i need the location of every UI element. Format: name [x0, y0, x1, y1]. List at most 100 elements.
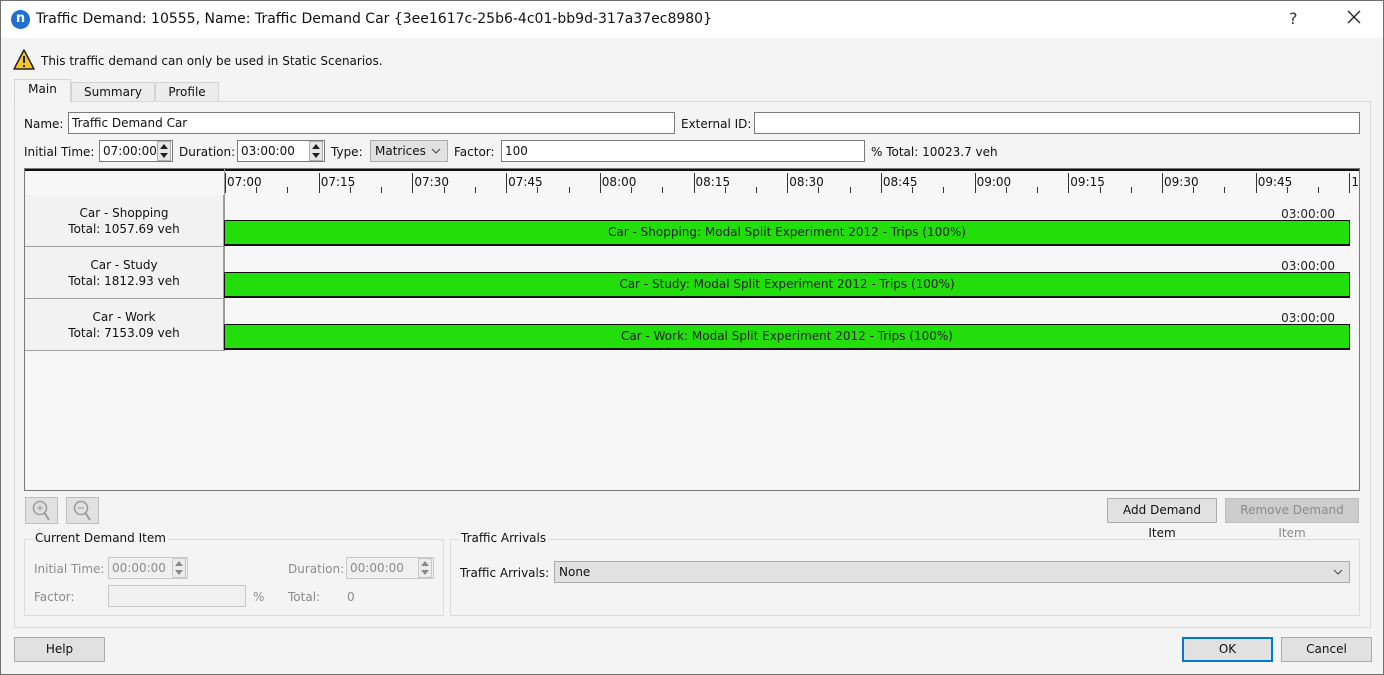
item-initial-time-value: 00:00:00 [112, 561, 166, 575]
tick-major [412, 173, 414, 193]
item-factor-unit: % [253, 590, 265, 604]
type-value: Matrices [375, 144, 426, 158]
item-initial-time-spinner[interactable] [172, 558, 186, 578]
tick-major [974, 173, 976, 193]
zoom-in-icon [32, 500, 50, 521]
tick-major [1255, 173, 1257, 193]
spinner-arrows-icon [172, 558, 186, 578]
close-icon [1347, 10, 1361, 24]
tick-minor [568, 187, 570, 193]
initial-time-input[interactable]: 07:00:00 [99, 140, 173, 162]
tick-major [1349, 173, 1351, 193]
initial-time-spinner[interactable] [157, 141, 171, 161]
tick-minor [1130, 187, 1132, 193]
demand-item-bar[interactable]: Car - Work: Modal Split Experiment 2012 … [224, 324, 1350, 350]
demand-item-bar[interactable]: Car - Shopping: Modal Split Experiment 2… [224, 220, 1350, 246]
tick-major [599, 173, 601, 193]
tick-minor [381, 187, 383, 193]
tab-summary[interactable]: Summary [71, 82, 155, 103]
traffic-arrivals-title: Traffic Arrivals [459, 531, 549, 545]
external-id-input[interactable] [754, 112, 1360, 134]
tick-minor [1193, 187, 1195, 193]
name-input[interactable]: Traffic Demand Car [68, 112, 675, 134]
demand-item-bar[interactable]: Car - Study: Modal Split Experiment 2012… [224, 272, 1350, 298]
tick-minor [1318, 187, 1320, 193]
dialog-window: n Traffic Demand: 10555, Name: Traffic D… [0, 0, 1384, 675]
window-title: Traffic Demand: 10555, Name: Traffic Dem… [36, 11, 712, 27]
tick-major [225, 173, 226, 193]
warning-message: This traffic demand can only be used in … [41, 54, 383, 68]
tick-major [693, 173, 695, 193]
spinner-arrows-icon [418, 558, 432, 578]
tick-major [1068, 173, 1070, 193]
traffic-arrivals-select[interactable]: None [554, 561, 1350, 583]
demand-timeline: 07:00 07:15 07:30 07:45 08:00 08:15 08:30 08:45… [24, 168, 1360, 491]
factor-input[interactable]: 100 [501, 140, 865, 162]
traffic-arrivals-label: Traffic Arrivals: [460, 566, 550, 580]
demand-row-name: Car - Work [92, 310, 156, 324]
demand-row-label[interactable]: Car - Study Total: 1812.93 veh [25, 247, 224, 299]
tick-major [880, 173, 882, 193]
duration-input[interactable]: 03:00:00 [237, 140, 325, 162]
zoom-in-button[interactable] [25, 497, 58, 524]
duration-spinner[interactable] [309, 141, 323, 161]
ok-button[interactable]: OK [1182, 637, 1273, 662]
tick-minor [755, 187, 757, 193]
close-button[interactable] [1344, 7, 1364, 27]
duration-value: 03:00:00 [241, 144, 295, 158]
tick-minor [349, 187, 351, 193]
demand-row-label[interactable]: Car - Shopping Total: 1057.69 veh [25, 195, 224, 247]
tab-main[interactable]: Main [14, 79, 71, 103]
app-icon: n [11, 10, 30, 29]
spinner-arrows-icon [309, 141, 323, 161]
demand-row-total: Total: 1057.69 veh [68, 222, 180, 236]
item-factor-input[interactable] [108, 585, 246, 607]
tick-minor [912, 187, 914, 193]
help-title-button[interactable]: ? [1289, 9, 1298, 28]
factor-label: Factor: [454, 145, 495, 159]
tick-minor [474, 187, 476, 193]
tick-minor [1286, 187, 1288, 193]
zoom-out-button[interactable] [66, 497, 99, 524]
tick-minor [1224, 187, 1226, 193]
remove-demand-item-button[interactable]: Remove Demand Item [1225, 498, 1359, 540]
tick-minor [1005, 187, 1007, 193]
demand-row-label[interactable]: Car - Work Total: 7153.09 veh [25, 299, 224, 351]
item-factor-label: Factor: [34, 590, 75, 604]
tick-label: 1 [1351, 175, 1360, 189]
tick-minor [818, 187, 820, 193]
tick-minor [631, 187, 633, 193]
factor-total-text: % Total: 10023.7 veh [871, 145, 998, 159]
type-select[interactable]: Matrices [370, 140, 448, 162]
item-total-label: Total: [288, 590, 321, 604]
item-initial-time-input[interactable]: 00:00:00 [108, 557, 188, 579]
demand-item-duration: 03:00:00 [1281, 311, 1335, 325]
item-total-value: 0 [347, 590, 355, 604]
tick-major [1162, 173, 1163, 193]
chevron-down-icon [431, 148, 441, 154]
item-initial-time-label: Initial Time: [34, 562, 105, 576]
demand-item-duration: 03:00:00 [1281, 259, 1335, 273]
tick-minor [537, 187, 539, 193]
tick-minor [943, 187, 945, 193]
tick-minor [1099, 187, 1101, 193]
item-duration-spinner[interactable] [418, 558, 432, 578]
tick-minor [724, 187, 726, 193]
demand-row-total: Total: 1812.93 veh [68, 274, 180, 288]
item-duration-input[interactable]: 00:00:00 [346, 557, 434, 579]
item-duration-value: 00:00:00 [350, 561, 404, 575]
tick-minor [256, 187, 258, 193]
tick-minor [662, 187, 664, 193]
demand-row-name: Car - Study [90, 258, 158, 272]
cancel-button[interactable]: Cancel [1281, 637, 1372, 662]
tab-profile[interactable]: Profile [155, 82, 219, 103]
add-demand-item-button[interactable]: Add Demand Item [1107, 498, 1217, 540]
external-id-label: External ID: [681, 117, 752, 131]
timeline-top-border [25, 169, 1359, 171]
help-button[interactable]: Help [14, 637, 105, 662]
title-bar: n Traffic Demand: 10555, Name: Traffic D… [1, 1, 1383, 38]
traffic-arrivals-value: None [559, 565, 591, 579]
initial-time-label: Initial Time: [24, 145, 95, 159]
demand-row-name: Car - Shopping [79, 206, 169, 220]
initial-time-value: 07:00:00 [103, 144, 157, 158]
